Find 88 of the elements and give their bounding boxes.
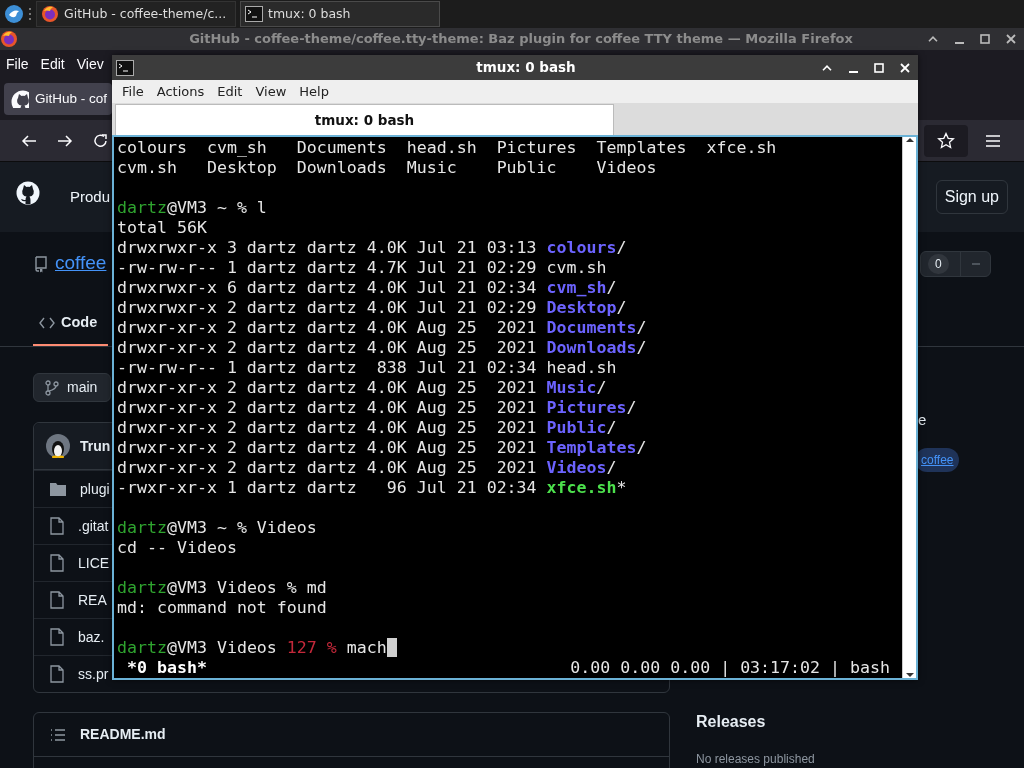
file-link[interactable]: LICE [78, 552, 110, 574]
readme-title: README.md [80, 725, 166, 744]
terminal-line: drwxr-xr-x 2 dartz dartz 4.0K Aug 25 2021 Videos/ [117, 458, 618, 478]
handle-icon[interactable] [28, 7, 32, 21]
maximize-icon [980, 34, 990, 44]
reload-icon [92, 131, 110, 150]
terminal-line: cvm.sh Desktop Downloads Music Public Videos [117, 158, 658, 178]
terminal-tab[interactable]: tmux: 0 bash [115, 104, 614, 135]
terminal-line: drwxrwxr-x 6 dartz dartz 4.0K Jul 21 02:34 cvm_sh/ [117, 278, 618, 298]
terminal-line: drwxr-xr-x 2 dartz dartz 4.0K Aug 25 2021 Pictures/ [117, 398, 638, 418]
topic-tag[interactable]: coffee [915, 447, 960, 472]
star-icon [937, 131, 955, 150]
counter: 0 [928, 253, 949, 274]
terminal-line: drwxrwxr-x 2 dartz dartz 4.0K Jul 21 02:29 Desktop/ [117, 298, 628, 318]
menu-item[interactable]: Edit [217, 81, 243, 102]
menu-item[interactable]: View [255, 81, 287, 102]
folder-icon [50, 482, 66, 496]
menu-item[interactable]: File [6, 53, 29, 75]
terminal-line: drwxr-xr-x 2 dartz dartz 4.0K Aug 25 2021 Templates/ [117, 438, 648, 458]
branch-button[interactable]: main [33, 373, 111, 402]
terminal-line: -rw-rw-r-- 1 dartz dartz 4.7K Jul 21 02:29 cvm.sh [117, 258, 608, 278]
firefox-icon [0, 30, 18, 48]
terminal-line: drwxrwxr-x 3 dartz dartz 4.0K Jul 21 03:13 colours/ [117, 238, 628, 258]
up-arrow-icon [905, 137, 914, 143]
menu-item[interactable]: Help [299, 81, 329, 102]
terminal-line: drwxr-xr-x 2 dartz dartz 4.0K Aug 25 2021 Documents/ [117, 318, 648, 338]
counter-button-group[interactable]: 0 [920, 250, 991, 277]
menu-item[interactable]: File [122, 81, 144, 102]
file-icon [50, 665, 64, 683]
list-icon [50, 727, 66, 742]
file-link[interactable]: plugi [80, 478, 110, 500]
terminal-line: drwxr-xr-x 2 dartz dartz 4.0K Aug 25 2021 Music/ [117, 378, 608, 398]
sign-up-button[interactable]: Sign up [935, 180, 1008, 214]
terminal-line: colours cvm_sh Documents head.sh Pictures Templates xfce.sh [117, 138, 778, 158]
terminal-line: drwxr-xr-x 2 dartz dartz 4.0K Aug 25 2021 Public/ [117, 418, 618, 438]
commit-author[interactable]: Trun [80, 435, 111, 457]
terminal-line: -rwxr-xr-x 1 dartz dartz 96 Jul 21 02:34 xfce.sh* [117, 478, 628, 498]
firefox-icon [41, 5, 59, 23]
down-arrow-icon [905, 672, 914, 678]
file-link[interactable]: REA [78, 589, 107, 611]
terminal-line: dartz@VM3 Videos % md [117, 578, 328, 598]
releases-note: No releases published [696, 750, 816, 768]
repo-icon [33, 254, 49, 273]
close-icon [900, 62, 910, 73]
terminal-line: dartz@VM3 Videos 127 % mach [117, 638, 387, 658]
menu-item[interactable]: Edit [40, 53, 65, 75]
terminal-line: md: command not found [117, 598, 328, 618]
file-link[interactable]: ss.pr [78, 663, 109, 685]
minimize-icon [954, 42, 964, 44]
code-tab[interactable]: Code [33, 302, 108, 346]
terminal-icon [245, 6, 263, 22]
status-left: *0 bash* [126, 658, 207, 678]
terminal-line: dartz@VM3 ~ % l [117, 198, 268, 218]
close-icon [1006, 34, 1016, 44]
terminal-line: cd -- Videos [117, 538, 238, 558]
terminal-icon [116, 59, 134, 76]
window-title: GitHub - coffee-theme/coffee.tty-theme: Baz plugin for coffee TTY theme — Mozilla Firefox [189, 30, 853, 49]
file-link[interactable]: baz. [78, 626, 105, 648]
nav-link[interactable]: Produ [70, 185, 111, 209]
github-icon [11, 90, 29, 108]
menu-item[interactable]: Actions [156, 81, 205, 102]
browser-tab[interactable]: GitHub - cof [4, 83, 112, 115]
about-text: e [917, 410, 928, 430]
chevron-icon [822, 64, 832, 71]
file-icon [50, 554, 64, 572]
taskbar-button[interactable]: tmux: 0 bash [240, 1, 440, 27]
window-title: tmux: 0 bash [476, 58, 576, 78]
branch-icon [45, 379, 59, 396]
minimize-icon [848, 70, 858, 73]
file-icon [50, 591, 64, 609]
maximize-icon [874, 62, 884, 73]
taskbar-button[interactable]: GitHub - coffee-theme/c... [36, 1, 236, 27]
code-icon [39, 316, 55, 330]
terminal-line: dartz@VM3 ~ % Videos [117, 518, 318, 538]
avatar [46, 434, 70, 458]
terminal-line: total 56K [117, 218, 208, 238]
file-link[interactable]: .gitat [78, 515, 109, 537]
chevron-icon [928, 36, 938, 42]
terminal-line: -rw-rw-r-- 1 dartz dartz 838 Jul 21 02:34 head.sh [117, 358, 618, 378]
menu-item[interactable]: Viev [76, 53, 104, 75]
terminal-line: drwxr-xr-x 2 dartz dartz 4.0K Aug 25 2021 Downloads/ [117, 338, 648, 358]
file-icon [50, 517, 64, 535]
status-right: 0.00 0.00 0.00 | 03:17:02 | bash [570, 658, 890, 678]
app-menu-icon[interactable] [4, 4, 24, 24]
releases-heading[interactable]: Releases [696, 709, 1024, 734]
file-icon [50, 628, 64, 646]
scrollbar[interactable] [902, 137, 916, 678]
repo-link[interactable]: coffee [55, 249, 107, 278]
